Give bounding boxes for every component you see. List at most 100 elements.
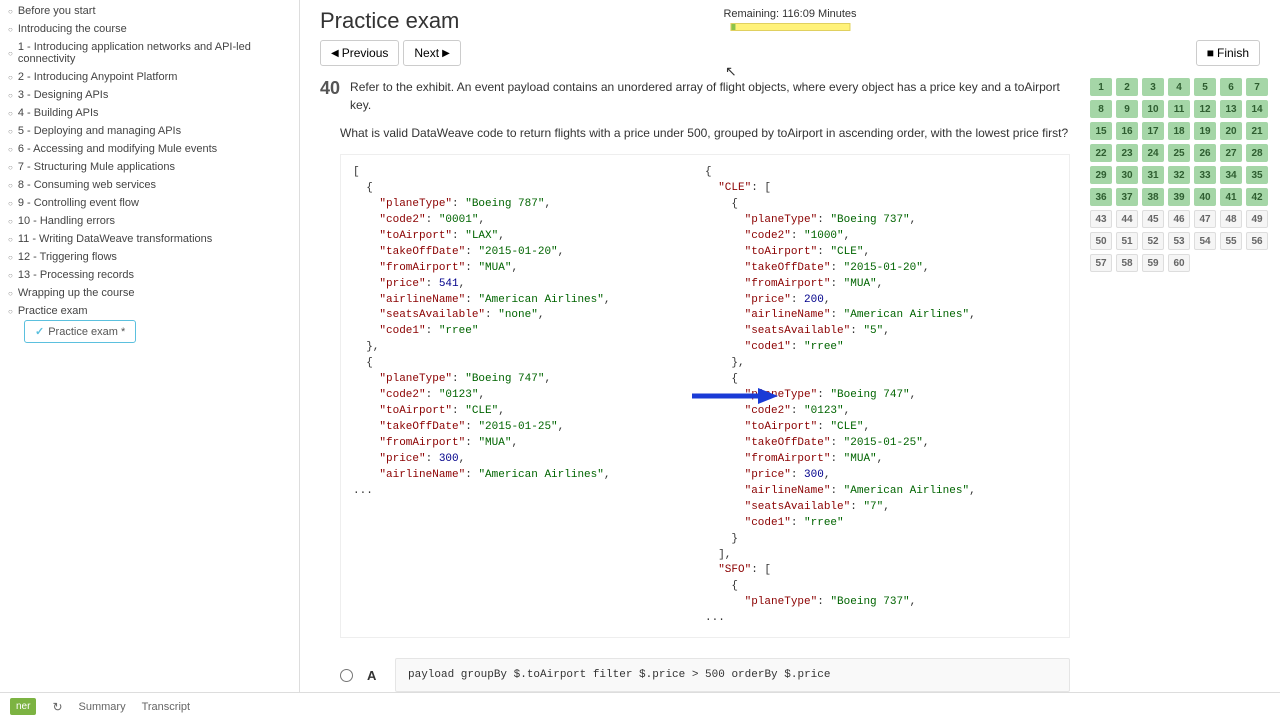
sidebar-item[interactable]: 4 - Building APIs <box>0 104 299 122</box>
qnav-cell-15[interactable]: 15 <box>1090 122 1112 140</box>
next-label: Next <box>414 46 439 60</box>
qnav-cell-27[interactable]: 27 <box>1220 144 1242 162</box>
timer-bar <box>730 23 850 31</box>
qnav-cell-59[interactable]: 59 <box>1142 254 1164 272</box>
sidebar-item[interactable]: Practice exam <box>0 302 299 320</box>
question-navigator: 1234567891011121314151617181920212223242… <box>1090 78 1260 720</box>
chevron-left-icon: ◀ <box>331 48 339 59</box>
stop-icon: ■ <box>1207 46 1214 60</box>
qnav-cell-35[interactable]: 35 <box>1246 166 1268 184</box>
qnav-cell-23[interactable]: 23 <box>1116 144 1138 162</box>
qnav-cell-38[interactable]: 38 <box>1142 188 1164 206</box>
qnav-cell-40[interactable]: 40 <box>1194 188 1216 206</box>
qnav-cell-42[interactable]: 42 <box>1246 188 1268 206</box>
sidebar-item[interactable]: 3 - Designing APIs <box>0 86 299 104</box>
qnav-cell-1[interactable]: 1 <box>1090 78 1112 96</box>
sidebar-item[interactable]: 2 - Introducing Anypoint Platform <box>0 68 299 86</box>
chevron-right-icon: ▶ <box>442 48 450 59</box>
qnav-cell-26[interactable]: 26 <box>1194 144 1216 162</box>
qnav-cell-52[interactable]: 52 <box>1142 232 1164 250</box>
qnav-cell-36[interactable]: 36 <box>1090 188 1112 206</box>
qnav-cell-55[interactable]: 55 <box>1220 232 1242 250</box>
qnav-cell-33[interactable]: 33 <box>1194 166 1216 184</box>
qnav-cell-30[interactable]: 30 <box>1116 166 1138 184</box>
qnav-cell-51[interactable]: 51 <box>1116 232 1138 250</box>
qnav-cell-28[interactable]: 28 <box>1246 144 1268 162</box>
qnav-cell-57[interactable]: 57 <box>1090 254 1112 272</box>
footer-badge: ner <box>10 698 36 715</box>
footer-bar: ner ↻ Summary Transcript <box>0 692 1280 720</box>
qnav-cell-47[interactable]: 47 <box>1194 210 1216 228</box>
sidebar-item[interactable]: 7 - Structuring Mule applications <box>0 158 299 176</box>
previous-button[interactable]: ◀ Previous <box>320 40 399 66</box>
qnav-cell-24[interactable]: 24 <box>1142 144 1164 162</box>
qnav-cell-29[interactable]: 29 <box>1090 166 1112 184</box>
qnav-cell-43[interactable]: 43 <box>1090 210 1112 228</box>
qnav-cell-34[interactable]: 34 <box>1220 166 1242 184</box>
answer-letter: A <box>367 668 381 683</box>
refresh-icon[interactable]: ↻ <box>52 700 62 714</box>
qnav-cell-37[interactable]: 37 <box>1116 188 1138 206</box>
qnav-cell-18[interactable]: 18 <box>1168 122 1190 140</box>
qnav-cell-10[interactable]: 10 <box>1142 100 1164 118</box>
qnav-cell-31[interactable]: 31 <box>1142 166 1164 184</box>
qnav-cell-2[interactable]: 2 <box>1116 78 1138 96</box>
qnav-cell-22[interactable]: 22 <box>1090 144 1112 162</box>
qnav-cell-17[interactable]: 17 <box>1142 122 1164 140</box>
qnav-cell-56[interactable]: 56 <box>1246 232 1268 250</box>
sidebar-item[interactable]: Wrapping up the course <box>0 284 299 302</box>
qnav-cell-48[interactable]: 48 <box>1220 210 1242 228</box>
qnav-cell-11[interactable]: 11 <box>1168 100 1190 118</box>
sidebar-item[interactable]: 11 - Writing DataWeave transformations <box>0 230 299 248</box>
qnav-cell-50[interactable]: 50 <box>1090 232 1112 250</box>
sidebar-item[interactable]: 12 - Triggering flows <box>0 248 299 266</box>
sidebar-item[interactable]: 5 - Deploying and managing APIs <box>0 122 299 140</box>
qnav-cell-20[interactable]: 20 <box>1220 122 1242 140</box>
sidebar-item[interactable]: Introducing the course <box>0 20 299 38</box>
qnav-cell-45[interactable]: 45 <box>1142 210 1164 228</box>
qnav-cell-7[interactable]: 7 <box>1246 78 1268 96</box>
qnav-cell-6[interactable]: 6 <box>1220 78 1242 96</box>
sidebar-item[interactable]: 9 - Controlling event flow <box>0 194 299 212</box>
arrow-right-icon <box>690 386 780 406</box>
qnav-cell-14[interactable]: 14 <box>1246 100 1268 118</box>
qnav-cell-13[interactable]: 13 <box>1220 100 1242 118</box>
qnav-cell-32[interactable]: 32 <box>1168 166 1190 184</box>
course-sidebar: Before you start Introducing the course … <box>0 0 300 720</box>
sidebar-item[interactable]: 6 - Accessing and modifying Mule events <box>0 140 299 158</box>
sidebar-sub-practice-exam[interactable]: ✓ Practice exam * <box>24 320 136 343</box>
sidebar-item[interactable]: 8 - Consuming web services <box>0 176 299 194</box>
qnav-cell-49[interactable]: 49 <box>1246 210 1268 228</box>
qnav-cell-44[interactable]: 44 <box>1116 210 1138 228</box>
qnav-cell-58[interactable]: 58 <box>1116 254 1138 272</box>
sidebar-item[interactable]: Before you start <box>0 2 299 20</box>
sidebar-sub-label: Practice exam * <box>48 326 125 338</box>
qnav-cell-19[interactable]: 19 <box>1194 122 1216 140</box>
answer-radio-a[interactable] <box>340 669 353 682</box>
qnav-cell-54[interactable]: 54 <box>1194 232 1216 250</box>
qnav-cell-21[interactable]: 21 <box>1246 122 1268 140</box>
qnav-cell-41[interactable]: 41 <box>1220 188 1242 206</box>
check-icon: ✓ <box>35 325 44 338</box>
next-button[interactable]: Next ▶ <box>403 40 460 66</box>
answer-option[interactable]: A payload groupBy $.toAirport filter $.p… <box>340 658 1070 692</box>
qnav-cell-5[interactable]: 5 <box>1194 78 1216 96</box>
finish-button[interactable]: ■ Finish <box>1196 40 1260 66</box>
sidebar-item[interactable]: 10 - Handling errors <box>0 212 299 230</box>
summary-link[interactable]: Summary <box>79 701 126 713</box>
qnav-cell-3[interactable]: 3 <box>1142 78 1164 96</box>
sidebar-item[interactable]: 13 - Processing records <box>0 266 299 284</box>
qnav-cell-53[interactable]: 53 <box>1168 232 1190 250</box>
qnav-cell-46[interactable]: 46 <box>1168 210 1190 228</box>
qnav-cell-60[interactable]: 60 <box>1168 254 1190 272</box>
qnav-cell-16[interactable]: 16 <box>1116 122 1138 140</box>
qnav-cell-9[interactable]: 9 <box>1116 100 1138 118</box>
qnav-cell-39[interactable]: 39 <box>1168 188 1190 206</box>
sidebar-item[interactable]: 1 - Introducing application networks and… <box>0 38 299 68</box>
transcript-link[interactable]: Transcript <box>142 701 191 713</box>
qnav-cell-8[interactable]: 8 <box>1090 100 1112 118</box>
qnav-cell-25[interactable]: 25 <box>1168 144 1190 162</box>
main-content: Practice exam Remaining: 116:09 Minutes … <box>300 0 1280 720</box>
qnav-cell-12[interactable]: 12 <box>1194 100 1216 118</box>
qnav-cell-4[interactable]: 4 <box>1168 78 1190 96</box>
